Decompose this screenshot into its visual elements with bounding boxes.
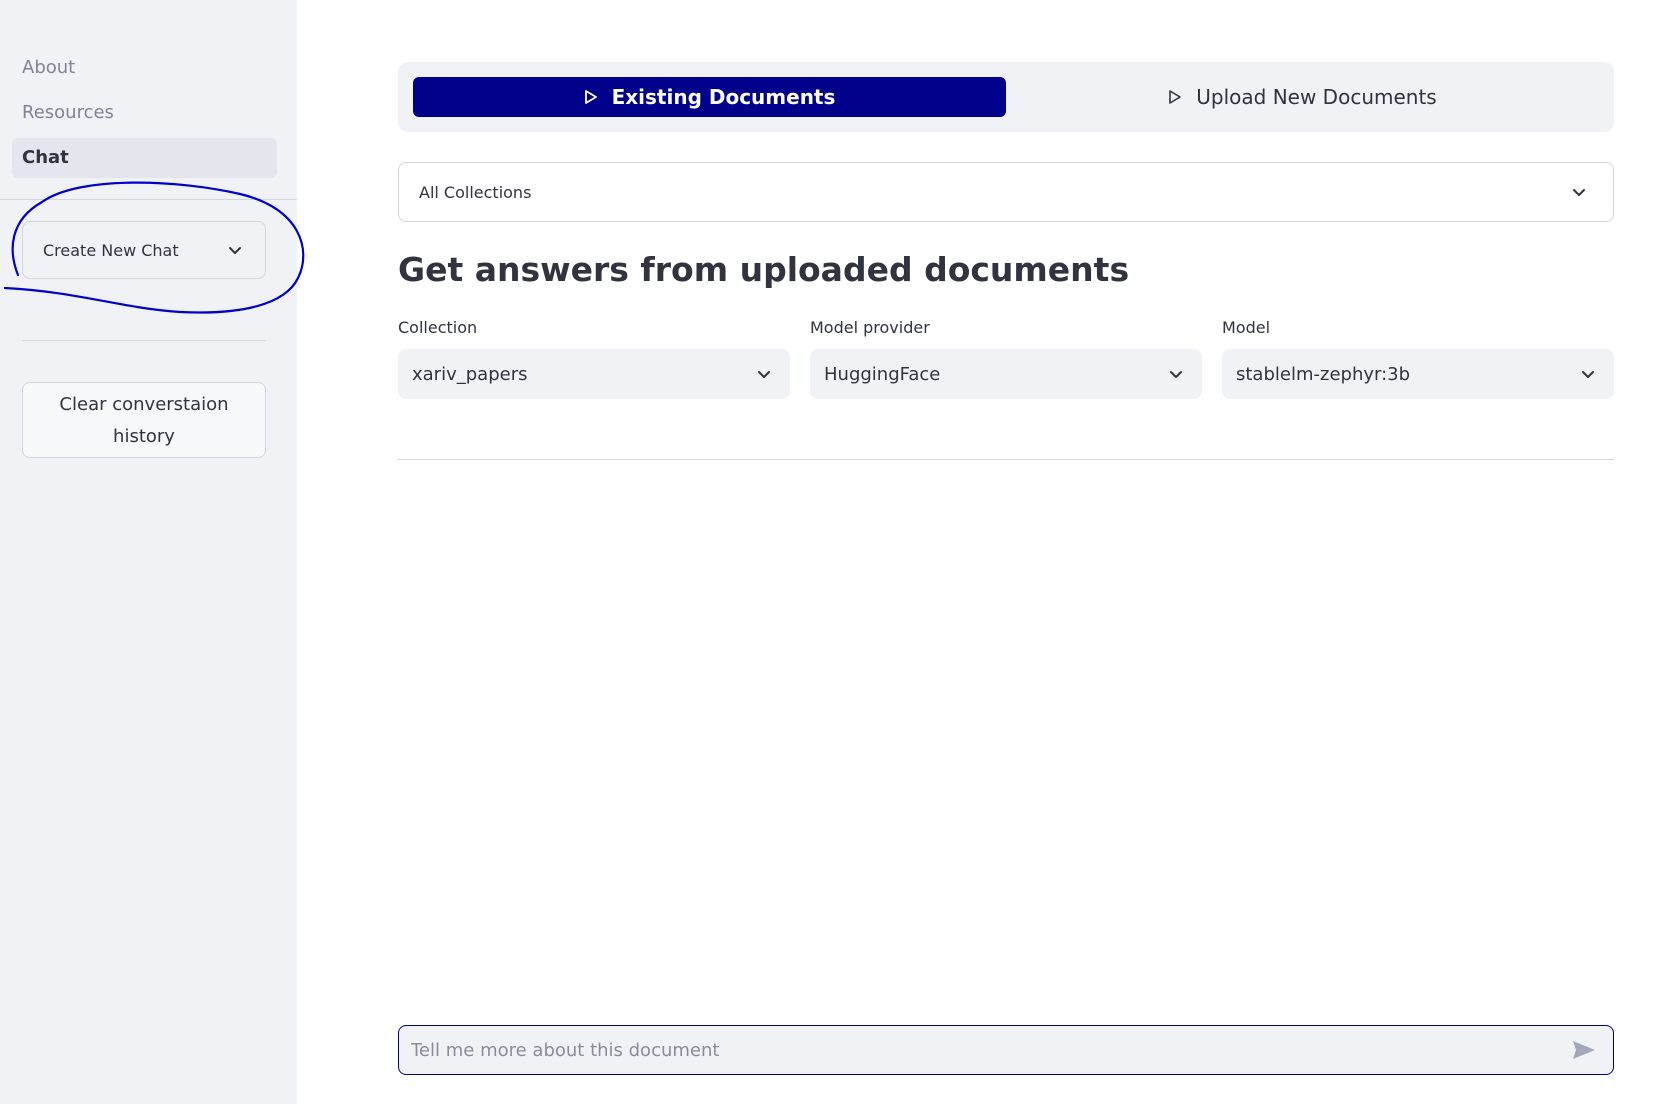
chat-input-container [398, 1025, 1614, 1075]
chevron-down-icon [229, 247, 241, 254]
play-outline-icon [1169, 90, 1182, 104]
model-select[interactable]: stablelm-zephyr:3b [1222, 349, 1614, 399]
sidebar-divider [0, 199, 297, 200]
tab-upload-new-documents-label: Upload New Documents [1196, 85, 1437, 109]
main-divider [398, 459, 1614, 460]
clear-conversation-history-button[interactable]: Clear converstaion history [22, 382, 266, 458]
create-new-chat-select[interactable]: Create New Chat [22, 221, 266, 279]
sidebar-item-resources[interactable]: Resources [12, 93, 277, 133]
chevron-down-icon [758, 371, 770, 378]
all-collections-select[interactable]: All Collections [398, 162, 1614, 222]
model-value: stablelm-zephyr:3b [1236, 363, 1411, 385]
model-provider-value: HuggingFace [824, 363, 941, 385]
document-tabs: Existing Documents Upload New Documents [398, 62, 1614, 132]
sidebar-item-chat[interactable]: Chat [12, 138, 277, 178]
chevron-down-icon [1573, 189, 1585, 196]
sidebar-separator [22, 340, 266, 341]
sidebar-nav: About Resources Chat [12, 48, 277, 183]
create-new-chat-label: Create New Chat [43, 240, 179, 260]
collection-select[interactable]: xariv_papers [398, 349, 790, 399]
page-title: Get answers from uploaded documents [398, 250, 1130, 289]
tab-existing-documents-label: Existing Documents [611, 85, 836, 109]
model-provider-label: Model provider [810, 318, 930, 337]
send-icon[interactable] [1571, 1039, 1597, 1061]
sidebar: About Resources Chat Create New Chat Cle… [0, 0, 305, 1104]
chevron-down-icon [1170, 371, 1182, 378]
model-label: Model [1222, 318, 1271, 337]
collection-label: Collection [398, 318, 478, 337]
play-outline-icon [584, 90, 597, 104]
sidebar-item-about[interactable]: About [12, 48, 277, 88]
chat-input[interactable] [409, 1038, 1571, 1062]
all-collections-label: All Collections [419, 182, 532, 202]
tab-existing-documents[interactable]: Existing Documents [413, 77, 1006, 117]
model-provider-select[interactable]: HuggingFace [810, 349, 1202, 399]
collection-value: xariv_papers [412, 363, 528, 385]
chevron-down-icon [1582, 371, 1594, 378]
tab-upload-new-documents[interactable]: Upload New Documents [1006, 77, 1599, 117]
